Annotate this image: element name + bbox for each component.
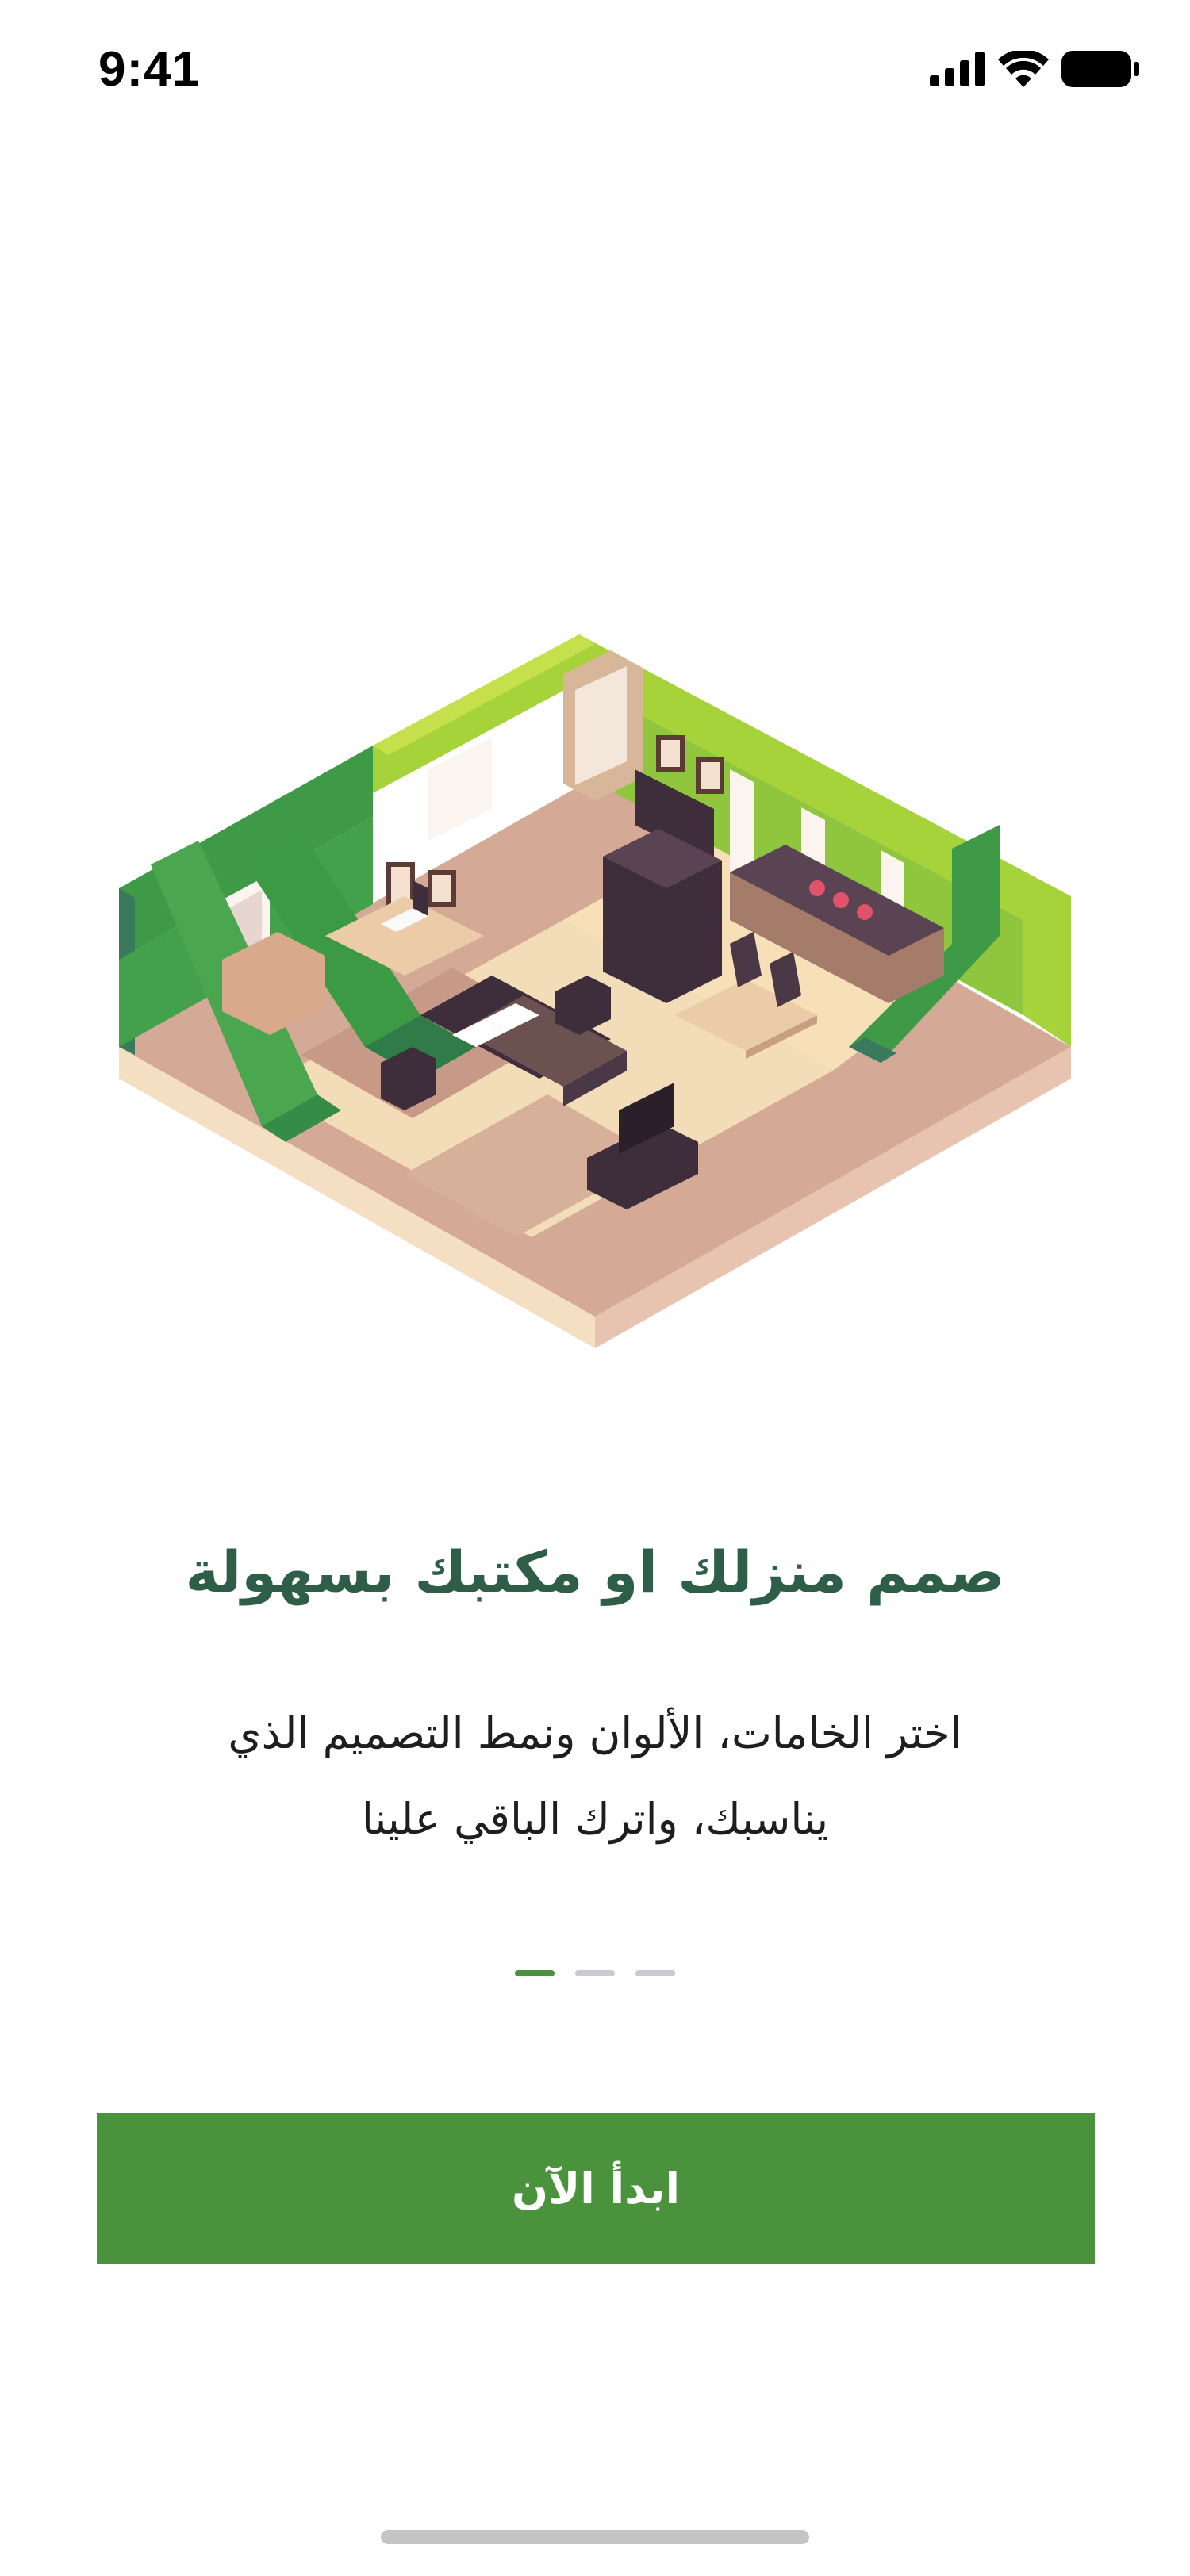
status-time: 9:41 bbox=[98, 42, 201, 97]
status-bar: 9:41 bbox=[0, 0, 1190, 143]
page-dot-2[interactable] bbox=[575, 1970, 615, 1976]
cellular-signal-icon bbox=[930, 52, 985, 86]
battery-icon bbox=[1061, 51, 1139, 87]
status-icons bbox=[930, 51, 1139, 87]
description-line-2: يناسبك، واترك الباقي علينا bbox=[361, 1794, 829, 1844]
start-now-button[interactable]: ابدأ الآن bbox=[97, 2113, 1095, 2264]
page-dot-1[interactable] bbox=[515, 1970, 555, 1976]
page-indicator bbox=[0, 1970, 1190, 1976]
onboarding-title: صمم منزلك او مكتبك بسهولة bbox=[185, 1539, 1005, 1605]
home-indicator[interactable] bbox=[381, 2530, 809, 2544]
isometric-house-interior-illustration bbox=[119, 634, 1071, 1348]
onboarding-description: اختر الخامات، الألوان ونمط التصميم الذي … bbox=[119, 1691, 1071, 1862]
wifi-icon bbox=[998, 51, 1049, 87]
description-line-1: اختر الخامات، الألوان ونمط التصميم الذي bbox=[228, 1708, 962, 1758]
page-dot-3[interactable] bbox=[635, 1970, 675, 1976]
